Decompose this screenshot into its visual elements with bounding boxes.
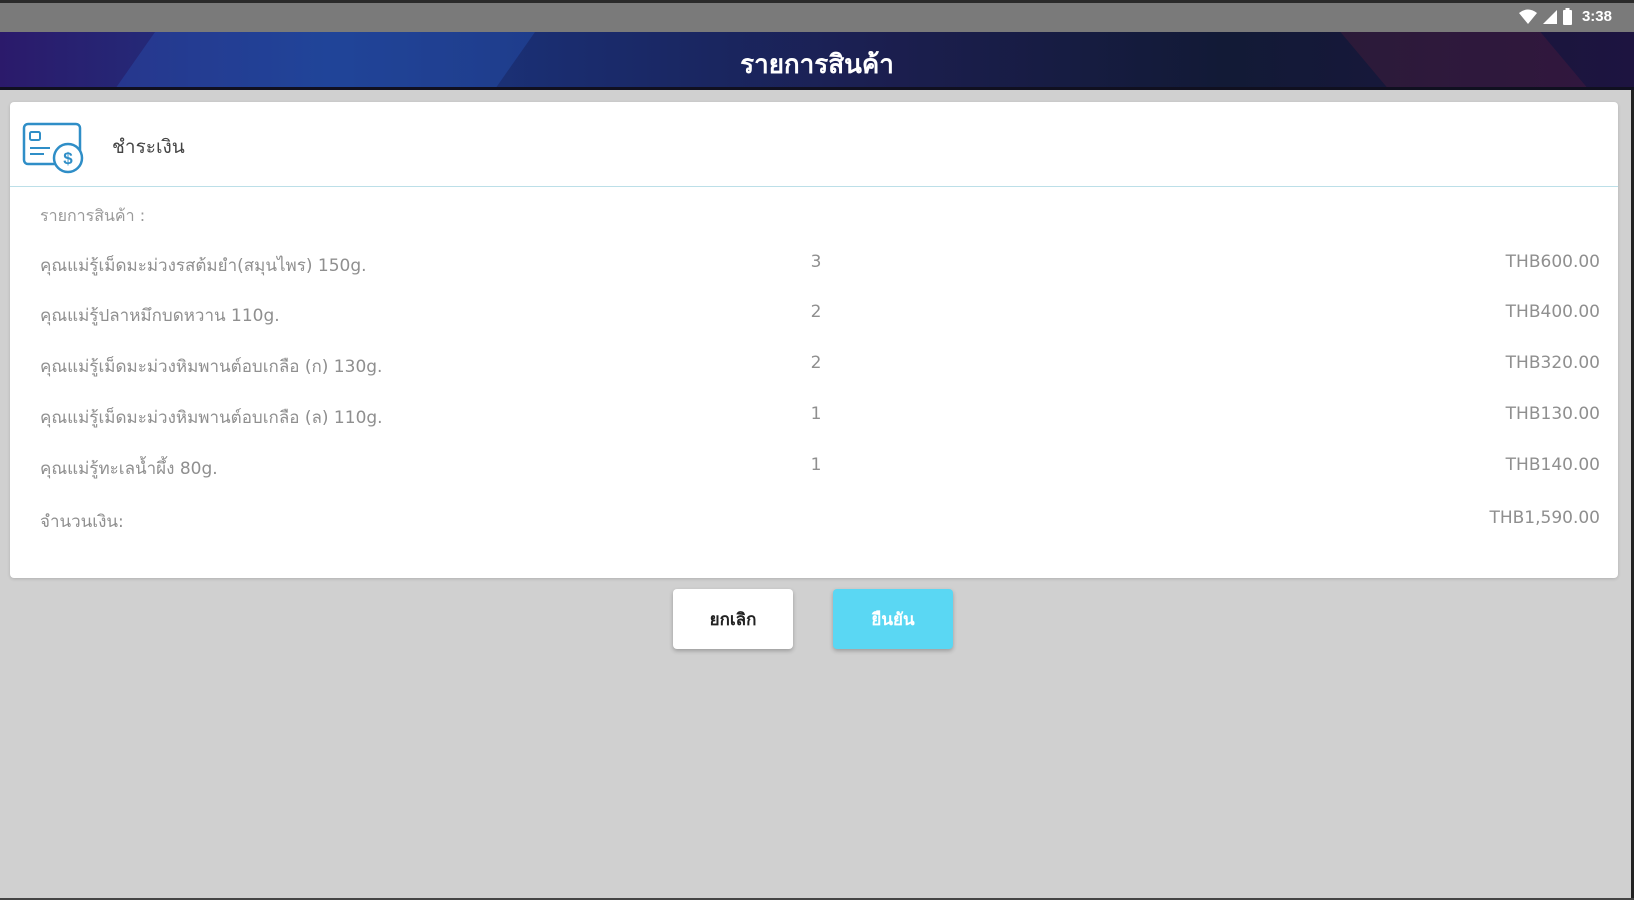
- item-qty: 1: [810, 455, 822, 475]
- total-value: THB1,590.00: [1489, 508, 1600, 528]
- item-name: คุณแม่รู้เม็ดมะม่วงหิมพานต์อบเกลือ (ล) 1…: [40, 408, 383, 428]
- payment-card: $ ชำระเงิน รายการสินค้า : คุณแม่รู้เม็ดม…: [10, 102, 1618, 578]
- battery-icon: [1562, 8, 1572, 25]
- item-price: THB400.00: [1505, 302, 1600, 322]
- item-name: คุณแม่รู้ทะเลน้ำผึ้ง 80g.: [40, 459, 218, 479]
- card-header: $ ชำระเงิน: [10, 102, 1618, 187]
- item-name: คุณแม่รู้เม็ดมะม่วงหิมพานต์อบเกลือ (ก) 1…: [40, 357, 383, 377]
- list-item: คุณแม่รู้ปลาหมึกบดหวาน 110g. 2 THB400.00: [40, 302, 1600, 330]
- status-time: 3:38: [1581, 8, 1612, 25]
- item-price: THB140.00: [1505, 455, 1600, 475]
- item-qty: 1: [810, 404, 822, 424]
- item-qty: 3: [810, 252, 822, 272]
- list-item: คุณแม่รู้ทะเลน้ำผึ้ง 80g. 1 THB140.00: [40, 455, 1600, 483]
- item-price: THB320.00: [1505, 353, 1600, 373]
- item-price: THB130.00: [1505, 404, 1600, 424]
- item-qty: 2: [810, 302, 822, 322]
- status-icons: 3:38: [1518, 8, 1612, 25]
- item-qty: 2: [810, 353, 822, 373]
- list-item: คุณแม่รู้เม็ดมะม่วงหิมพานต์อบเกลือ (ก) 1…: [40, 353, 1600, 381]
- total-label: จำนวนเงิน:: [40, 512, 124, 532]
- wifi-icon: [1518, 9, 1537, 24]
- cancel-button[interactable]: ยกเลิก: [673, 589, 793, 649]
- confirm-button[interactable]: ยืนยัน: [833, 589, 953, 649]
- app-bar: รายการสินค้า: [0, 32, 1634, 90]
- status-bar: 3:38: [0, 0, 1634, 32]
- list-item: คุณแม่รู้เม็ดมะม่วงหิมพานต์อบเกลือ (ล) 1…: [40, 404, 1600, 432]
- item-price: THB600.00: [1505, 252, 1600, 272]
- item-name: คุณแม่รู้เม็ดมะม่วงรสต้มยำ(สมุนไพร) 150g…: [40, 256, 367, 276]
- section-label: รายการสินค้า :: [40, 206, 146, 225]
- item-name: คุณแม่รู้ปลาหมึกบดหวาน 110g.: [40, 306, 280, 326]
- card-title: ชำระเงิน: [112, 136, 185, 158]
- svg-text:$: $: [63, 149, 73, 168]
- signal-icon: [1542, 9, 1557, 24]
- list-item: คุณแม่รู้เม็ดมะม่วงรสต้มยำ(สมุนไพร) 150g…: [40, 252, 1600, 280]
- payment-icon: $: [22, 122, 84, 174]
- page-title: รายการสินค้า: [740, 50, 894, 80]
